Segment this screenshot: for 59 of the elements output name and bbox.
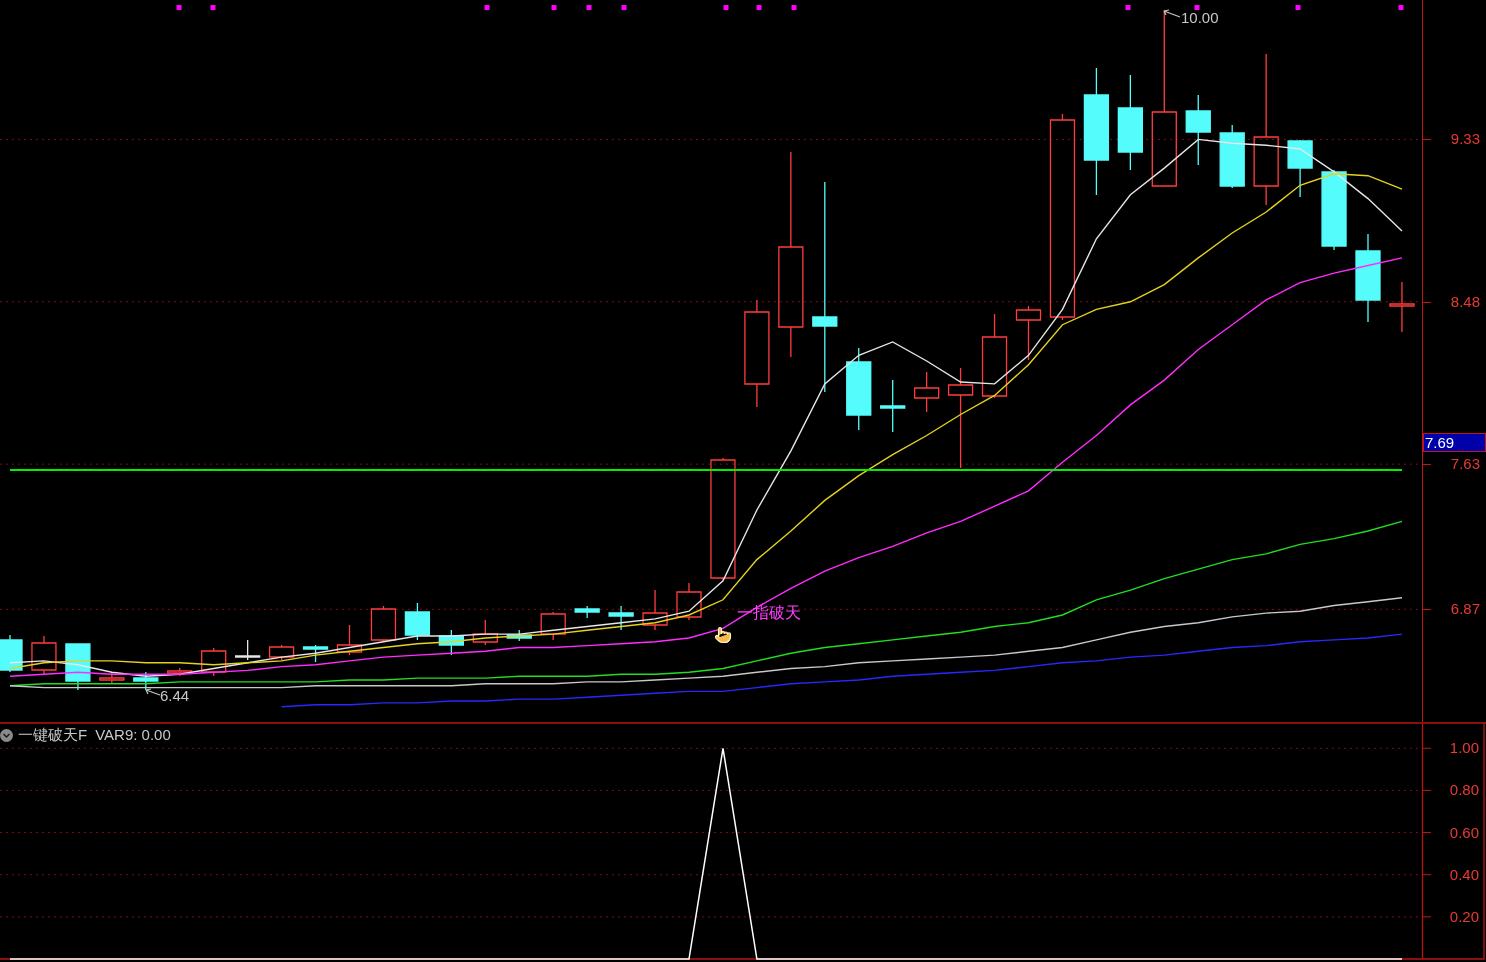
- candlestick-drawing: [65, 643, 91, 691]
- candlestick-drawing: [1287, 139, 1313, 198]
- marker-icon: [621, 5, 627, 10]
- marker-icon: [484, 5, 490, 10]
- candlestick-drawing: [167, 667, 193, 677]
- low-price-label: 6.44: [160, 687, 190, 704]
- candlestick-drawing: [268, 644, 295, 661]
- candlestick-drawing: [235, 639, 261, 661]
- candlestick-drawing: [99, 671, 125, 685]
- axis-label: 0.40: [1449, 865, 1479, 884]
- candlestick-drawing: [302, 644, 329, 663]
- candlestick-drawing: [201, 647, 227, 677]
- candlestick-drawing: [540, 611, 566, 641]
- price-label: 9.33: [1450, 130, 1480, 149]
- candlestick-drawing: [506, 629, 532, 642]
- marker-icon: [1125, 5, 1131, 10]
- candlestick-drawing: [574, 605, 600, 619]
- axis-label: 1.00: [1449, 739, 1479, 758]
- price-label: 8.48: [1450, 292, 1480, 311]
- marker-icon: [176, 5, 182, 10]
- indicator-name: 一键破天F: [18, 726, 88, 744]
- candlestick-drawing: [31, 635, 57, 676]
- price-label: 7.63: [1450, 455, 1480, 474]
- marker-icon: [1398, 5, 1404, 10]
- candlestick-drawing: [0, 634, 23, 673]
- candlestick-drawing: [608, 605, 634, 631]
- price-label: 6.87: [1450, 600, 1480, 619]
- candlestick-drawing: [1015, 305, 1042, 361]
- candlestick-drawing: [880, 379, 906, 433]
- candlestick-drawing: [642, 589, 668, 631]
- marker-icon: [723, 5, 729, 10]
- arrow-icon: [1163, 9, 1181, 18]
- candlestick-drawing: [370, 605, 397, 643]
- marker-icon: [1295, 5, 1301, 10]
- marker-icon: [756, 5, 762, 10]
- candlestick-drawing: [1389, 281, 1415, 333]
- axis-label: 0.80: [1449, 781, 1479, 800]
- candlestick-drawing: [472, 619, 498, 646]
- candlestick-drawing: [1185, 94, 1211, 166]
- candlestick-drawing: [133, 671, 159, 691]
- candlestick-drawing: [1219, 124, 1245, 189]
- arrow-icon: [145, 688, 161, 696]
- marker-icon: [586, 5, 592, 10]
- hand-pointer-icon: [714, 625, 732, 645]
- collapse-icon[interactable]: [0, 728, 13, 742]
- marker-icon: [791, 5, 797, 10]
- current-price-tag: 7.69: [1423, 433, 1486, 452]
- indicator-readout: VAR9: 0.00: [95, 726, 171, 744]
- candlestick-drawing: [404, 602, 431, 641]
- candlestick-drawing: [676, 582, 702, 621]
- axis-label: 0.20: [1449, 907, 1479, 926]
- candlestick-drawing: [336, 624, 363, 656]
- axis-label: 0.60: [1449, 823, 1479, 842]
- candlestick-drawing: [438, 629, 464, 656]
- high-price-label: 10.00: [1181, 9, 1219, 26]
- marker-icon: [1194, 5, 1200, 10]
- marker-icon: [551, 5, 557, 10]
- candlestick-drawing: [914, 371, 940, 413]
- marker-icon: [210, 5, 216, 10]
